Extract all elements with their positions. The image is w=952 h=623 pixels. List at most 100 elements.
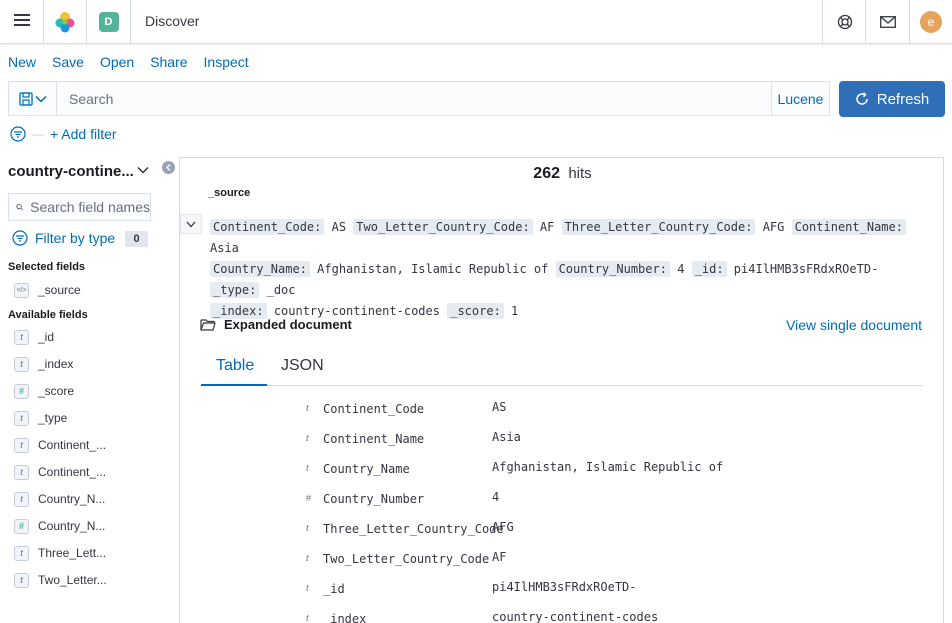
field-item[interactable]: t Continent_... <box>14 437 106 453</box>
string-type-icon: t <box>14 329 29 345</box>
user-menu-button[interactable]: e <box>909 0 952 43</box>
save-button[interactable]: Save <box>52 54 84 70</box>
table-row: # Country_Number 4 <box>180 490 945 510</box>
hits-label: hits <box>568 165 592 182</box>
filter-icon[interactable] <box>10 126 26 142</box>
table-row: t _id pi4IlHMB3sFRdxROeTD- <box>180 580 945 600</box>
string-type-icon: t <box>14 572 29 588</box>
help-button[interactable] <box>822 0 866 43</box>
inspect-button[interactable]: Inspect <box>204 54 249 70</box>
field-name: Continent_Name <box>323 432 425 446</box>
field-item[interactable]: t _id <box>14 329 54 345</box>
source-key: _id: <box>691 261 727 277</box>
filter-by-type-label: Filter by type <box>35 230 116 246</box>
field-item[interactable]: t Two_Letter... <box>14 572 107 588</box>
source-key: _score: <box>447 303 504 319</box>
source-key: Three_Letter_Country_Code: <box>561 219 756 235</box>
search-input[interactable]: Search <box>57 82 771 115</box>
new-button[interactable]: New <box>8 54 36 70</box>
field-item[interactable]: t _type <box>14 410 67 426</box>
mail-icon <box>879 15 896 28</box>
source-value: AS <box>331 220 347 234</box>
field-name: Continent_Code <box>323 402 425 416</box>
string-type-icon: t <box>14 437 29 453</box>
document-source: Continent_Code: AS Two_Letter_Country_Co… <box>210 217 910 322</box>
collapse-sidebar-button[interactable] <box>162 161 175 174</box>
view-single-document-link[interactable]: View single document <box>786 317 922 333</box>
space-selector[interactable]: D <box>87 0 131 43</box>
help-icon <box>837 14 852 29</box>
elastic-logo[interactable] <box>44 0 87 43</box>
source-column-header: _source <box>208 187 251 199</box>
available-fields-title: Available fields <box>8 309 88 321</box>
field-item[interactable]: t _index <box>14 356 73 372</box>
table-row: t Two_Letter_Country_Code AF <box>180 550 945 570</box>
field-name: _id <box>323 582 345 596</box>
expanded-document-title: Expanded document <box>200 317 352 332</box>
source-key: Continent_Code: <box>210 219 325 235</box>
field-name: _index <box>323 612 367 623</box>
field-value: 4 <box>492 490 500 504</box>
table-row: t Three_Letter_Country_Code AFG <box>180 520 945 540</box>
newsfeed-button[interactable] <box>865 0 909 43</box>
field-name: Two_Letter... <box>38 573 107 587</box>
chevron-left-icon <box>166 164 171 171</box>
menu-button[interactable] <box>0 0 44 43</box>
add-filter-button[interactable]: + Add filter <box>50 126 117 142</box>
number-type-icon: # <box>14 383 29 399</box>
selected-fields-title: Selected fields <box>8 261 86 273</box>
string-type-icon: t <box>306 583 309 593</box>
row-expand-toggle[interactable] <box>180 214 202 234</box>
filter-by-type-button[interactable]: Filter by type <box>12 230 115 246</box>
source-value: AF <box>539 220 555 234</box>
share-button[interactable]: Share <box>150 54 187 70</box>
query-language-button[interactable]: Lucene <box>771 82 829 115</box>
source-key: Two_Letter_Country_Code: <box>353 219 533 235</box>
source-value: Asia <box>210 241 239 255</box>
field-item[interactable]: t Continent_... <box>14 464 106 480</box>
hamburger-icon <box>13 13 30 30</box>
index-pattern-title[interactable]: country-contine... <box>8 163 134 180</box>
field-value: pi4IlHMB3sFRdxROeTD- <box>492 580 637 594</box>
field-value: AFG <box>492 520 514 534</box>
field-name: Three_Letter_Country_Code <box>323 522 504 536</box>
field-item[interactable]: t Country_N... <box>14 491 105 507</box>
breadcrumb: Discover <box>145 13 200 29</box>
string-type-icon: t <box>306 523 309 533</box>
field-search-placeholder: Search field names <box>30 199 150 215</box>
open-button[interactable]: Open <box>100 54 134 70</box>
field-item[interactable]: t Three_Lett... <box>14 545 106 561</box>
chevron-down-icon[interactable] <box>137 166 149 174</box>
tab-json[interactable]: JSON <box>281 357 324 375</box>
table-row: t Country_Name Afghanistan, Islamic Republ… <box>180 460 945 480</box>
field-value: Asia <box>492 430 521 444</box>
field-item[interactable]: # _score <box>14 383 74 399</box>
field-sidebar: country-contine... Search field names Fi… <box>0 155 178 623</box>
filter-row: — + Add filter <box>10 126 117 142</box>
top-nav-menu: New Save Open Share Inspect <box>8 54 249 70</box>
filter-count-badge: 0 <box>125 231 148 247</box>
field-name: Continent_... <box>38 465 107 479</box>
saved-query-button[interactable] <box>9 82 57 115</box>
table-row: t _index country-continent-codes <box>180 610 945 623</box>
number-type-icon: # <box>14 518 29 534</box>
doc-view-tabs: Table JSON <box>201 347 923 386</box>
field-name: Country_Number <box>323 492 425 506</box>
table-row: t Continent_Name Asia <box>180 430 945 450</box>
source-key: _type: <box>210 282 260 298</box>
field-item[interactable]: # Country_N... <box>14 518 105 534</box>
source-value: 4 <box>677 262 685 276</box>
tab-table[interactable]: Table <box>216 357 254 375</box>
chevron-down-icon <box>186 221 196 227</box>
field-name: _id <box>38 330 55 344</box>
field-name: _source <box>38 283 81 297</box>
field-search-input[interactable]: Search field names <box>8 193 151 221</box>
field-item-source[interactable]: </> _source <box>14 282 81 298</box>
refresh-icon <box>855 92 868 105</box>
active-tab-indicator <box>201 384 267 386</box>
search-icon <box>16 203 23 211</box>
string-type-icon: t <box>14 545 29 561</box>
global-header: D Discover e <box>0 0 952 44</box>
source-value: pi4IlHMB3sFRdxROeTD- <box>733 262 879 276</box>
refresh-button[interactable]: Refresh <box>839 81 945 117</box>
